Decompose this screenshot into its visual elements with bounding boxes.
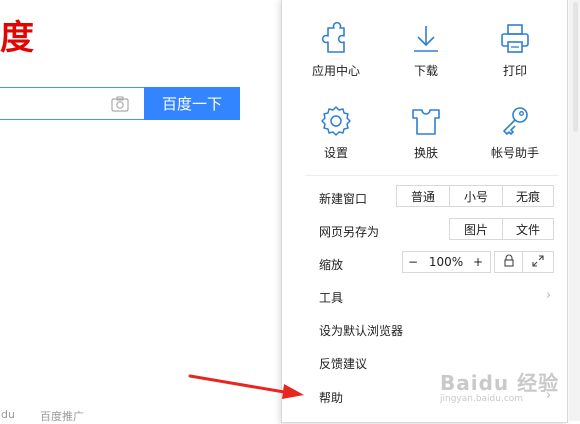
- annotation-arrow-icon: [188, 374, 304, 399]
